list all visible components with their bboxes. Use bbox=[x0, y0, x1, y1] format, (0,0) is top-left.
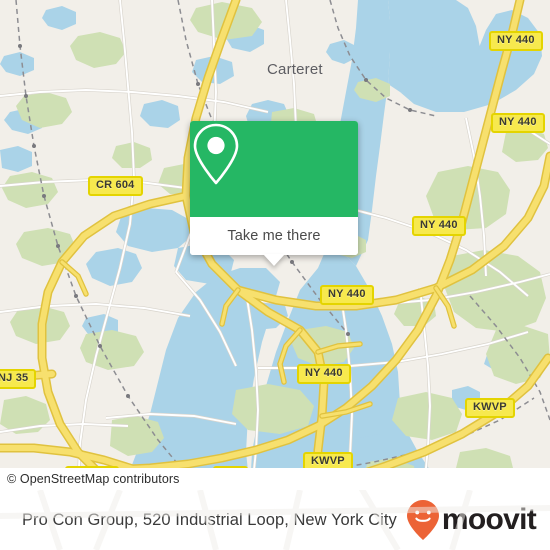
road-shield-ny-440-top-right[interactable]: NY 440 bbox=[489, 31, 543, 51]
road-shield-ny-440-center[interactable]: NY 440 bbox=[320, 285, 374, 305]
footer-bar: Pro Con Group, 520 Industrial Loop, New … bbox=[0, 490, 550, 550]
popup-action-bar[interactable]: Take me there bbox=[190, 217, 358, 266]
footer-watermark bbox=[0, 490, 550, 550]
road-shield-nj-35[interactable]: NJ 35 bbox=[0, 369, 37, 389]
popup-pointer-tail bbox=[263, 254, 285, 266]
road-shield-kwvp-right[interactable]: KWVP bbox=[465, 398, 515, 418]
road-shield-ny-440-mid-right[interactable]: NY 440 bbox=[412, 216, 466, 236]
road-shield-ny-440-lower-center[interactable]: NY 440 bbox=[297, 364, 351, 384]
popup-image-panel bbox=[190, 121, 358, 217]
location-pin-icon bbox=[193, 123, 239, 185]
location-popup-card[interactable]: Take me there bbox=[190, 121, 358, 266]
road-shield-cr-604[interactable]: CR 604 bbox=[88, 176, 143, 196]
place-label-carteret: Carteret bbox=[267, 61, 323, 78]
attribution-text[interactable]: © OpenStreetMap contributors bbox=[0, 472, 180, 486]
take-me-there-label: Take me there bbox=[227, 228, 321, 244]
map-canvas[interactable]: Carteret NY 440 NY 440 NY 440 CR 604 NY … bbox=[0, 0, 550, 490]
map-attribution-bar: © OpenStreetMap contributors bbox=[0, 468, 550, 490]
map-screenshot: Carteret NY 440 NY 440 NY 440 CR 604 NY … bbox=[0, 0, 550, 550]
road-shield-ny-440-upper-right[interactable]: NY 440 bbox=[491, 113, 545, 133]
